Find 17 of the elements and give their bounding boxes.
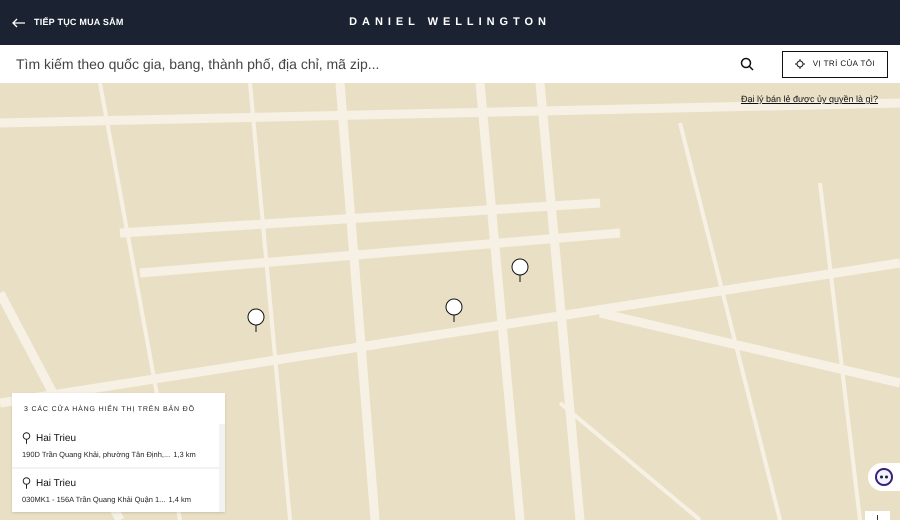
store-name: Hai Trieu	[36, 476, 76, 491]
brand-logo[interactable]: DANIEL WELLINGTON	[349, 14, 551, 31]
my-location-button[interactable]: VỊ TRÍ CỦA TÔI	[782, 50, 888, 78]
map-pin-icon[interactable]	[445, 298, 463, 322]
map-pin-icon	[22, 477, 31, 490]
map-pin-icon	[22, 432, 31, 444]
zoom-control[interactable]	[865, 511, 890, 520]
chat-bot-icon	[875, 468, 893, 486]
info-link[interactable]: Đại lý bán lẻ được ủy quyền là gì?	[740, 93, 878, 106]
map-pin-icon[interactable]	[511, 258, 529, 282]
store-name: Hai Trieu	[36, 432, 76, 446]
search-icon[interactable]	[740, 57, 754, 71]
arrow-left-icon	[12, 18, 26, 28]
chat-bubble[interactable]	[868, 463, 900, 491]
map-pin-icon[interactable]	[247, 308, 265, 332]
crosshair-icon	[794, 59, 805, 69]
back-link[interactable]: TIẾP TỤC MUA SẮM	[12, 16, 124, 30]
